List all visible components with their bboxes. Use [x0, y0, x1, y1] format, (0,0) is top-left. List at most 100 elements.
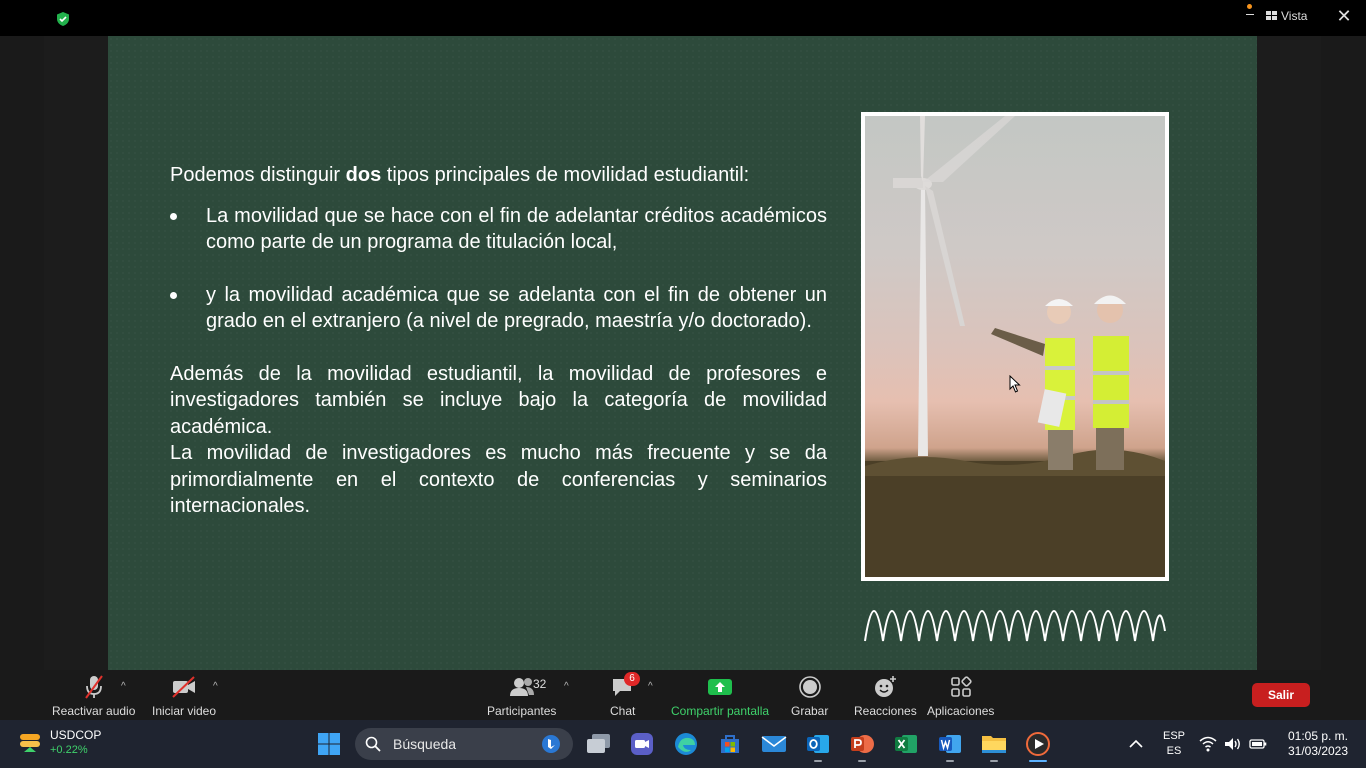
unmute-audio-label: Reactivar audio [52, 704, 136, 718]
volume-icon [1225, 738, 1240, 750]
bullet-dot [170, 212, 177, 220]
media-player-app[interactable] [1023, 729, 1053, 759]
minimize-icon[interactable] [1246, 14, 1254, 15]
task-view-button[interactable] [584, 729, 614, 759]
record-icon [798, 676, 821, 698]
outlook-running-indicator [814, 760, 822, 762]
slide-paragraph: Además de la movilidad estudiantil, la m… [170, 362, 827, 438]
leave-meeting-button[interactable]: Salir [1252, 683, 1310, 707]
participants-icon [509, 678, 534, 696]
network-volume-battery-tray[interactable] [1199, 729, 1267, 759]
intro-text-bold: dos [345, 164, 382, 186]
show-hidden-icons-button[interactable] [1121, 729, 1151, 759]
top-bar: Vista ✕ [0, 0, 1366, 36]
wind-turbine-photo [865, 116, 1165, 577]
input-language-button[interactable]: ESP ES [1158, 729, 1190, 759]
zoom-window: Vista ✕ Podemos distinguir dos tipos pri… [0, 0, 1366, 720]
chevron-up-icon [1129, 739, 1143, 748]
start-video-button[interactable]: Iniciar video [152, 675, 216, 718]
clock[interactable]: 01:05 p. m. 31/03/2023 [1280, 729, 1356, 759]
word-icon [939, 735, 961, 753]
word-app[interactable] [935, 729, 965, 759]
participants-count: 32 [533, 677, 547, 691]
search-placeholder: Búsqueda [393, 736, 457, 752]
bullet-item: y la movilidad académica que se adelanta… [170, 282, 827, 335]
powerpoint-icon [851, 735, 874, 753]
right-gutter [1257, 36, 1321, 670]
battery-icon [1249, 739, 1267, 749]
participants-chevron-up-icon[interactable]: ^ [564, 681, 569, 692]
smiley-plus-icon [875, 676, 897, 697]
record-button[interactable]: Grabar [791, 675, 828, 718]
view-button[interactable]: Vista [1266, 9, 1307, 23]
mail-icon [761, 736, 787, 752]
share-screen-label: Compartir pantalla [671, 704, 770, 718]
language-code: ESP [1162, 730, 1185, 742]
powerpoint-running-indicator [858, 760, 866, 762]
edge-icon [675, 733, 697, 755]
shield-icon[interactable] [55, 11, 71, 27]
reactions-button[interactable]: Reacciones [854, 675, 917, 718]
view-label: Vista [1281, 9, 1308, 23]
clock-date: 31/03/2023 [1287, 744, 1349, 758]
store-app[interactable] [715, 729, 745, 759]
slide-intro: Podemos distinguir dos tipos principales… [170, 162, 827, 189]
grid-icon [1266, 11, 1277, 20]
task-view-icon [587, 734, 610, 753]
bullet-dot [170, 291, 177, 299]
media-player-active-indicator [1029, 760, 1047, 762]
bullet-text: La movilidad que se hace con el fin de a… [206, 204, 827, 254]
start-button[interactable] [314, 729, 344, 759]
wifi-icon [1199, 736, 1217, 752]
audio-options-chevron-up-icon[interactable]: ^ [121, 681, 126, 692]
share-screen-icon [708, 679, 733, 695]
intro-text-post: tipos principales de movilidad estudiant… [381, 164, 750, 186]
bullet-item: La movilidad que se hace con el fin de a… [170, 203, 827, 256]
engineers-illustration [865, 116, 1165, 577]
edge-app[interactable] [671, 729, 701, 759]
video-options-chevron-up-icon[interactable]: ^ [213, 681, 218, 692]
photo-frame [861, 112, 1169, 581]
chat-label: Chat [610, 704, 636, 718]
start-video-label: Iniciar video [152, 704, 217, 718]
keyboard-layout: ES [1166, 745, 1182, 757]
close-icon[interactable]: ✕ [1334, 6, 1354, 26]
reactions-label: Reacciones [854, 704, 917, 718]
stock-widget-icon [20, 734, 40, 752]
mail-app[interactable] [759, 729, 789, 759]
bing-icon [542, 735, 560, 753]
word-running-indicator [946, 760, 954, 762]
chat-chevron-up-icon[interactable]: ^ [648, 681, 653, 692]
record-label: Grabar [791, 704, 829, 718]
taskbar-search[interactable]: Búsqueda [355, 728, 573, 760]
notification-dot [1247, 4, 1252, 9]
left-gutter [44, 36, 108, 670]
chat-unread-badge: 6 [624, 672, 640, 686]
apps-button[interactable]: Aplicaciones [927, 675, 994, 718]
stock-widget[interactable]: USDCOP +0.22% [18, 728, 101, 756]
excel-icon [895, 735, 917, 753]
shared-slide: Podemos distinguir dos tipos principales… [108, 36, 1257, 670]
outlook-icon [807, 735, 829, 753]
slide-text: Podemos distinguir dos tipos principales… [170, 162, 827, 520]
video-off-icon [172, 676, 196, 698]
outlook-app[interactable] [803, 729, 833, 759]
bullet-text: y la movilidad académica que se adelanta… [206, 283, 827, 333]
share-screen-button[interactable]: Compartir pantalla [671, 675, 769, 718]
file-explorer-app[interactable] [979, 729, 1009, 759]
search-icon [365, 736, 381, 752]
slide-paragraph: La movilidad de investigadores es mucho … [170, 442, 827, 517]
excel-app[interactable] [891, 729, 921, 759]
mouse-cursor-icon [1009, 375, 1021, 393]
teams-app[interactable] [627, 729, 657, 759]
windows-logo-icon [318, 733, 340, 755]
play-icon [1026, 732, 1050, 756]
store-icon [721, 735, 739, 753]
explorer-running-indicator [990, 760, 998, 762]
folder-icon [982, 736, 1006, 753]
intro-text-pre: Podemos distinguir [170, 164, 346, 186]
wave-decoration [864, 610, 1166, 642]
participants-label: Participantes [487, 704, 557, 718]
powerpoint-app[interactable] [847, 729, 877, 759]
apps-label: Aplicaciones [927, 704, 995, 718]
